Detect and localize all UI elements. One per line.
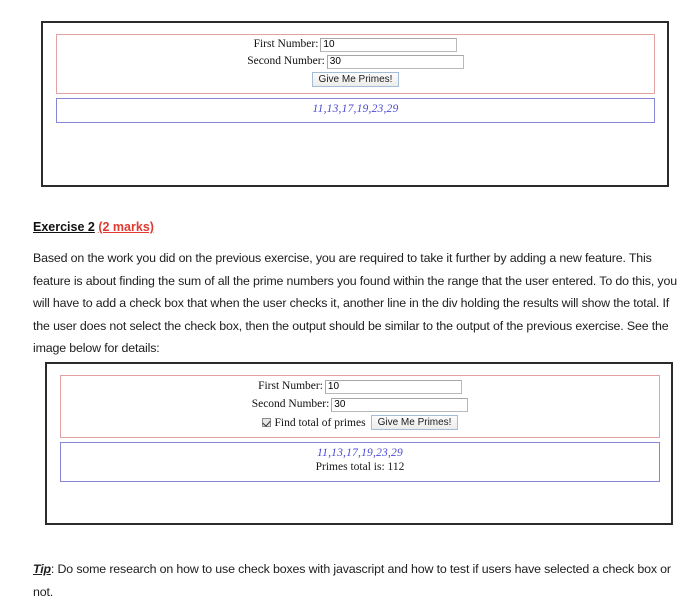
exercise-heading-marks: (2 marks): [98, 220, 154, 234]
find-total-checkbox-wrap[interactable]: Find total of primes: [261, 416, 366, 429]
first-number-row: First Number:: [57, 37, 654, 52]
submit-row: Give Me Primes!: [57, 72, 654, 87]
second-number-input[interactable]: [331, 397, 469, 412]
first-number-input[interactable]: [320, 37, 458, 52]
primes-result-text: 11,13,17,19,23,29: [312, 103, 399, 115]
first-number-input[interactable]: [324, 379, 462, 394]
second-number-input[interactable]: [326, 54, 464, 69]
give-me-primes-button[interactable]: Give Me Primes!: [311, 72, 400, 87]
find-total-checkbox[interactable]: [261, 418, 271, 427]
document-page: First Number: Second Number: Give Me Pri…: [0, 0, 700, 606]
exercise-heading-title: Exercise 2: [33, 220, 95, 234]
first-number-label: First Number:: [258, 380, 323, 392]
find-total-checkbox-label: Find total of primes: [274, 416, 366, 429]
results-panel: 11,13,17,19,23,29 Primes total is: 112: [60, 442, 660, 482]
second-number-label: Second Number:: [247, 55, 325, 67]
figure-prime-finder-with-total: First Number: Second Number: Find total …: [45, 362, 673, 525]
exercise-paragraph: Based on the work you did on the previou…: [33, 251, 677, 355]
form-panel: First Number: Second Number: Find total …: [60, 375, 660, 438]
second-number-row: Second Number:: [61, 397, 659, 412]
results-panel: 11,13,17,19,23,29: [56, 98, 655, 123]
figure-prime-finder-basic: First Number: Second Number: Give Me Pri…: [41, 21, 669, 187]
form-panel: First Number: Second Number: Give Me Pri…: [56, 34, 655, 94]
second-number-row: Second Number:: [57, 54, 654, 69]
tip-text: : Do some research on how to use check b…: [33, 562, 671, 599]
exercise-heading: Exercise 2 (2 marks): [33, 219, 154, 235]
first-number-row: First Number:: [61, 379, 659, 394]
primes-result-text: 11,13,17,19,23,29: [317, 447, 403, 459]
submit-row: Find total of primes Give Me Primes!: [61, 415, 659, 430]
primes-total-text: Primes total is: 112: [315, 461, 405, 473]
second-number-label: Second Number:: [251, 398, 330, 410]
tip-label: Tip: [33, 562, 51, 576]
tip-paragraph: Tip: Do some research on how to use chec…: [33, 558, 687, 603]
give-me-primes-button[interactable]: Give Me Primes!: [370, 415, 459, 430]
first-number-label: First Number:: [253, 38, 319, 50]
